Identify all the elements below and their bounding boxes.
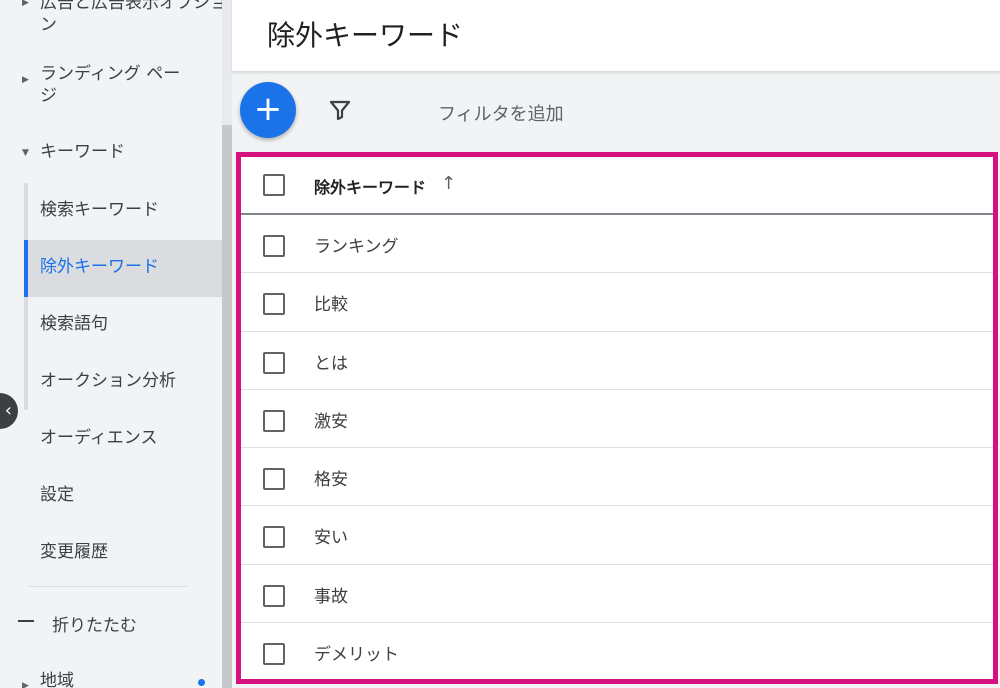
sidebar-item-auction-insights[interactable]: オークション分析 (40, 370, 176, 392)
row-checkbox[interactable] (263, 643, 285, 666)
row-checkbox[interactable] (263, 293, 285, 316)
expand-triangle-icon: ▶ (22, 0, 29, 8)
sidebar-item-settings[interactable]: 設定 (40, 484, 74, 506)
row-checkbox[interactable] (263, 584, 285, 607)
keyword-cell: とは (314, 353, 348, 374)
table-row[interactable]: ランキング (241, 215, 993, 274)
add-button[interactable]: + (240, 82, 296, 138)
sidebar-item-negative-keywords[interactable]: 除外キーワード (40, 256, 159, 278)
keyword-cell: 格安 (314, 470, 348, 491)
row-checkbox[interactable] (263, 351, 285, 374)
main-content: 除外キーワード + フィルタを追加 除外キーワード ↑ ランキング比較とは激安格… (232, 0, 1000, 688)
table-row[interactable]: 格安 (241, 448, 993, 507)
sidebar-active-indicator (24, 240, 28, 297)
collapse-triangle-icon: ▼ (22, 148, 29, 158)
notification-dot (198, 679, 205, 686)
sidebar-divider (28, 586, 188, 587)
table-row[interactable]: とは (241, 332, 993, 390)
expand-triangle-icon: ▶ (22, 75, 29, 85)
page-title: 除外キーワード (267, 19, 464, 52)
table-row[interactable]: 比較 (241, 273, 993, 332)
row-checkbox[interactable] (263, 409, 285, 432)
sidebar-item-label: ランディング ペー (40, 64, 181, 84)
table-row[interactable]: 安い (241, 506, 993, 565)
keyword-cell: デメリット (314, 645, 399, 666)
sidebar-item-search-keywords[interactable]: 検索キーワード (40, 199, 159, 221)
chevron-left-icon: ‹ (4, 400, 12, 421)
row-checkbox[interactable] (263, 526, 285, 549)
add-filter-button[interactable]: フィルタを追加 (438, 100, 564, 126)
collapse-button[interactable]: 折りたたむ (52, 611, 137, 636)
keyword-cell: ランキング (314, 237, 399, 257)
sidebar: ▶ 広告と広告表示オプション ▶ ランディング ペー ジ ▼ キーワード 検索キ… (0, 0, 232, 688)
table-row[interactable]: 激安 (241, 390, 993, 449)
negative-keywords-table: 除外キーワード ↑ ランキング比較とは激安格安安い事故デメリット (236, 152, 998, 684)
hide-sidebar-button[interactable]: ‹ (0, 393, 18, 429)
table-row[interactable]: 事故 (241, 565, 993, 624)
sidebar-item-change-history[interactable]: 変更履歴 (40, 541, 108, 563)
page-header: 除外キーワード (232, 0, 1000, 72)
keyword-cell: 事故 (314, 586, 348, 607)
arrow-up-icon[interactable]: ↑ (441, 173, 456, 194)
expand-triangle-icon: ▶ (22, 681, 29, 688)
sidebar-item-label: 地域 (40, 671, 74, 688)
column-header-keyword[interactable]: 除外キーワード (314, 174, 426, 198)
sidebar-item-search-terms[interactable]: 検索語句 (40, 313, 108, 335)
select-all-checkbox[interactable] (263, 174, 285, 196)
sidebar-item-label: ジ (40, 86, 57, 106)
keyword-cell: 比較 (314, 295, 348, 316)
sidebar-item-audiences[interactable]: オーディエンス (40, 427, 157, 449)
sidebar-item-label: 広告と広告表示オプション (40, 0, 227, 35)
sidebar-scrollbar-thumb[interactable] (222, 125, 232, 688)
keyword-cell: 安い (314, 528, 348, 549)
table-row[interactable]: デメリット (241, 623, 993, 679)
sidebar-item-label: キーワード (40, 142, 125, 162)
table-header: 除外キーワード ↑ (241, 157, 993, 215)
collapse-icon[interactable] (18, 620, 34, 622)
table-body: ランキング比較とは激安格安安い事故デメリット (241, 215, 993, 679)
filter-icon[interactable] (328, 98, 352, 122)
plus-icon: + (253, 89, 283, 129)
row-checkbox[interactable] (263, 468, 285, 491)
row-checkbox[interactable] (263, 235, 285, 257)
keyword-cell: 激安 (314, 411, 348, 432)
